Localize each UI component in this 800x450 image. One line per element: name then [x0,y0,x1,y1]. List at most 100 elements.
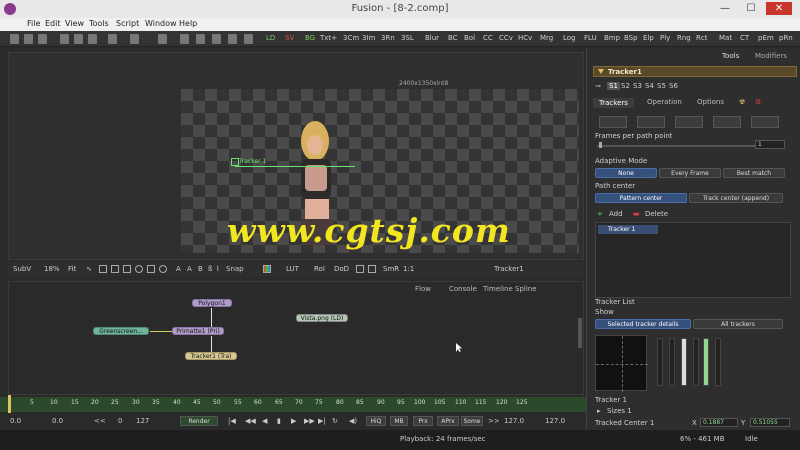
tracker-list[interactable]: Tracker 1 [595,222,791,298]
track-reverse-button[interactable] [599,116,627,128]
node-primatte[interactable]: Primatte1 (Pri) [172,327,224,335]
playhead[interactable] [8,395,11,413]
fit-button[interactable]: Fit [68,265,76,273]
open-icon[interactable] [24,34,33,44]
snap-button[interactable]: Snap [226,265,244,273]
delete-icon[interactable]: ▬ [633,210,640,218]
track-forward-frame-button[interactable] [713,116,741,128]
alpha-button[interactable]: A [176,265,181,273]
minimize-button[interactable]: — [714,2,736,15]
range-start[interactable]: 0 [118,417,122,425]
tool-prn[interactable]: pRn [779,34,793,42]
some-button[interactable]: Some [461,416,483,426]
tool-txt[interactable]: Txt+ [320,34,337,42]
pattern-center-button[interactable]: Pattern center [595,193,687,203]
tool-blur[interactable]: Blur [425,34,439,42]
close-button[interactable]: ✕ [766,2,792,15]
tab-console[interactable]: Console [449,285,477,293]
channel-icon[interactable] [263,265,271,273]
play-reverse-icon[interactable]: ◀ [262,417,267,425]
go-start-icon[interactable]: |◀ [228,417,236,425]
timeline-ruler[interactable]: 5 10 15 20 25 30 35 40 45 50 55 60 65 70… [0,396,586,412]
sizes-label[interactable]: Sizes 1 [607,407,632,415]
tab-modifiers[interactable]: Modifiers [755,52,787,60]
new-icon[interactable] [10,34,19,44]
tool-3im[interactable]: 3Im [362,34,375,42]
lut-button[interactable]: LUT [286,265,299,273]
layout2-icon[interactable] [196,34,205,44]
radiation-icon[interactable]: ☢ [739,98,745,106]
flow-panel[interactable]: Flow Console Timeline Spline Polygon1 Gr… [8,281,584,395]
render-start[interactable]: 0.0 [52,417,63,425]
spline-tool-icon[interactable]: ∿ [86,265,92,273]
tool-cc[interactable]: CC [483,34,493,42]
tracker-widget[interactable] [231,158,239,166]
undo-icon[interactable] [108,34,117,44]
subtab-operation[interactable]: Operation [647,98,682,106]
global-end[interactable]: 127.0 [545,417,565,425]
play-icon[interactable]: ▶ [291,417,296,425]
adaptive-every-frame-button[interactable]: Every Frame [659,168,721,178]
next-range-icon[interactable]: >> [488,417,500,425]
menu-edit[interactable]: Edit [45,19,61,28]
tool-flu[interactable]: FLU [584,34,597,42]
fpp-slider[interactable] [597,145,757,147]
tool-log[interactable]: Log [563,34,576,42]
slot-2[interactable]: S2 [621,82,630,90]
add-icon[interactable]: + [597,210,603,218]
audio-icon[interactable]: ◀) [349,417,357,425]
range-end[interactable]: 127 [136,417,149,425]
tool-bmp[interactable]: Bmp [604,34,620,42]
aprx-button[interactable]: APrx [437,416,459,426]
copy-icon[interactable] [74,34,83,44]
ellipse-tool-icon[interactable] [135,265,143,273]
cut-icon[interactable] [60,34,69,44]
tab-spline[interactable]: Spline [515,285,537,293]
tool-bol[interactable]: Bol [464,34,475,42]
tool-mat[interactable]: Mat [719,34,732,42]
stop-icon[interactable]: ▮ [277,417,281,425]
layout5-icon[interactable] [244,34,253,44]
tool-rct[interactable]: Rct [696,34,707,42]
save-icon[interactable] [38,34,47,44]
subtab-options[interactable]: Options [697,98,724,106]
lock-icon[interactable] [368,265,376,273]
node-tracker[interactable]: Tracker1 (Tra) [185,352,237,360]
track-reverse-frame-button[interactable] [637,116,665,128]
fpp-input[interactable]: 1 [755,140,785,149]
mb-button[interactable]: MB [390,416,408,426]
ratio-button[interactable]: 1:1 [403,265,414,273]
menu-window[interactable]: Window [145,19,177,28]
tool-ct[interactable]: CT [740,34,749,42]
render-icon[interactable] [158,34,167,44]
track-forward-button[interactable] [751,116,779,128]
pointer-tool-icon[interactable] [99,265,107,273]
tool-3rn[interactable]: 3Rn [381,34,395,42]
layout4-icon[interactable] [228,34,237,44]
prx-button[interactable]: Prx [413,416,433,426]
slot-4[interactable]: S4 [645,82,654,90]
render-end[interactable]: 127.0 [504,417,524,425]
tool-3cm[interactable]: 3Cm [343,34,359,42]
subtab-trackers[interactable]: Trackers [593,98,634,108]
node-polygon[interactable]: Polygon1 [192,299,232,307]
tab-timeline[interactable]: Timeline [483,285,513,293]
tool-header[interactable]: Tracker1 [593,66,797,77]
tool-hcv[interactable]: HCv [518,34,532,42]
tool-elp[interactable]: Elp [643,34,654,42]
layout3-icon[interactable] [212,34,221,44]
tool-background[interactable]: BG [305,34,315,42]
redo-icon[interactable] [130,34,139,44]
tool-rng[interactable]: Rng [677,34,691,42]
tab-tools[interactable]: Tools [722,52,739,60]
layout-icon[interactable] [180,34,189,44]
step-forward-icon[interactable]: ▶▶ [304,417,315,425]
smr-button[interactable]: SmR [383,265,399,273]
tool-loader[interactable]: LD [266,34,275,42]
step-back-icon[interactable]: ◀◀ [245,417,256,425]
tracker-list-item[interactable]: Tracker 1 [598,225,658,234]
adaptive-none-button[interactable]: None [595,168,657,178]
node-vista[interactable]: Vista.png (LD) [296,314,348,322]
maximize-button[interactable]: ☐ [740,2,762,15]
track-center-append-button[interactable]: Track center (append) [689,193,783,203]
